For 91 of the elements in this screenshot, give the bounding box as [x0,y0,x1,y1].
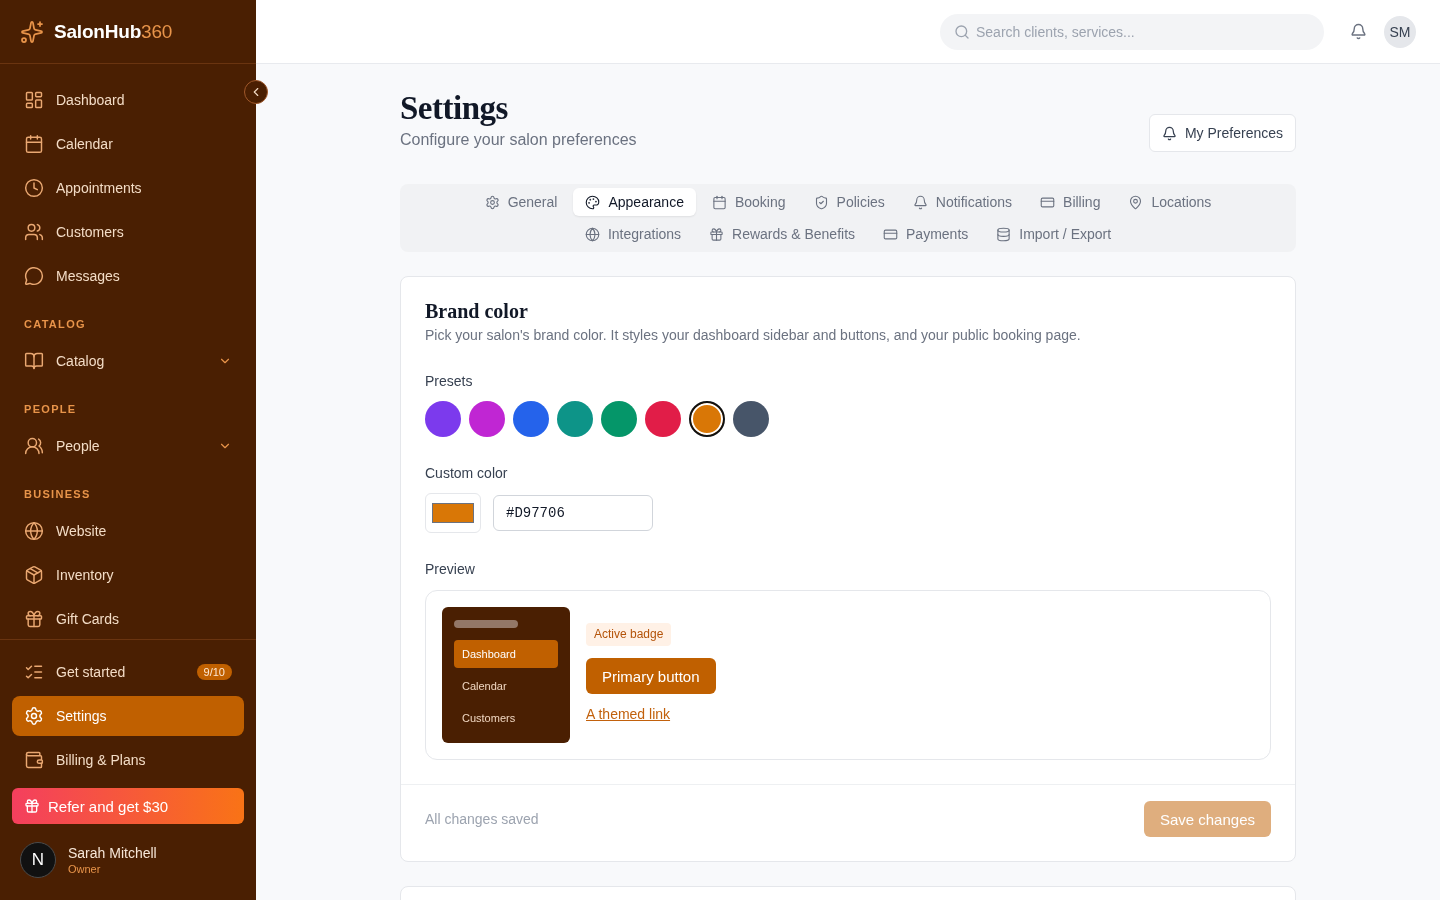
color-swatch-icon [432,503,474,523]
nav-item[interactable]: Catalog [12,341,244,381]
calendar-icon [24,134,44,154]
settings-tab[interactable]: Rewards & Benefits [697,220,868,248]
settings-tab[interactable]: Billing [1028,188,1113,216]
primary-button[interactable]: Primary button [586,658,716,694]
sparkle-icon [20,19,44,44]
chat-bubble-icon [24,266,44,286]
nav-item[interactable]: Settings [12,696,244,736]
color-swatch[interactable] [557,401,593,437]
nav-item[interactable]: People [12,426,244,466]
color-swatch[interactable] [469,401,505,437]
nav-item[interactable]: Appointments [12,168,244,208]
settings-tab[interactable]: Import / Export [984,220,1124,248]
palette-icon [585,194,601,210]
preview-menu-label: Calendar [461,679,508,694]
color-swatch[interactable] [645,401,681,437]
user-name: Sarah Mitchell [68,845,157,861]
settings-tab[interactable]: Booking [699,188,798,216]
nav-item[interactable]: Inventory [12,555,244,595]
clock-icon [24,178,44,198]
nav-item[interactable]: Messages [12,256,244,296]
gift-icon [24,609,44,629]
preview-menu-label: Customers [461,711,517,726]
bell-icon [1161,125,1177,141]
globe-icon [584,226,600,242]
settings-tab[interactable]: Locations [1116,188,1224,216]
card-description: Pick your salon's brand color. It styles your dashboard sidebar and buttons, and your public booking page. [425,326,1082,345]
themed-link[interactable]: A themed link [586,706,671,722]
settings-tab[interactable]: Payments [871,220,981,248]
collapse-sidebar-button[interactable] [244,80,268,104]
settings-tab[interactable]: Integrations [572,220,694,248]
hex-color-input[interactable]: #D97706 [493,495,653,531]
logo-placeholder-bar [454,620,518,628]
color-picker[interactable] [425,493,481,533]
search-icon [954,23,970,40]
people-icon [24,436,44,456]
color-swatch[interactable] [689,401,725,437]
field-label: Preview [425,560,476,579]
status-badge: Active badge [586,623,672,646]
book-icon [24,351,44,371]
section-heading: PEOPLE [24,402,78,417]
preview-menu-label: Dashboard [454,640,558,668]
settings-icon [24,706,44,726]
nav-item[interactable]: Website [12,511,244,551]
settings-tab[interactable]: Appearance [573,188,696,216]
dashboard-grid-icon [24,90,44,110]
settings-tab[interactable]: Notifications [900,188,1025,216]
map-pin-icon [1128,194,1144,210]
user-avatar[interactable]: N [20,842,56,878]
people-icon [24,222,44,242]
shield-icon [813,194,829,210]
color-swatch[interactable] [601,401,637,437]
bell-icon [912,194,928,210]
gift-icon [709,226,725,242]
nav-item[interactable]: Customers [12,212,244,252]
bell-icon [1349,23,1367,40]
save-status: All changes saved [425,811,539,827]
settings-icon [484,194,500,210]
preferences-button[interactable]: My Preferences [1148,114,1296,152]
nav-item[interactable]: Gift Cards [12,599,244,639]
page-subtitle: Configure your salon preferences [400,130,637,150]
field-label: Presets [425,372,474,391]
page-title: Settings [400,89,509,128]
globe-icon [24,521,44,541]
field-label: Custom color [425,464,509,483]
user-role: Owner [68,863,102,875]
settings-tab[interactable]: General [472,188,570,216]
search-field[interactable]: Search clients, services... [940,13,1324,50]
gift-icon [24,798,40,814]
nav-item[interactable]: Calendar [12,124,244,164]
wallet-icon [24,750,44,770]
section-heading: CATALOG [24,317,87,332]
color-swatch[interactable] [425,401,461,437]
checklist-icon [24,662,44,682]
calendar-icon [711,194,727,210]
database-icon [996,226,1012,242]
color-swatch[interactable] [513,401,549,437]
brand-name: SalonHub360 [54,20,173,43]
color-swatch[interactable] [733,401,769,437]
user-avatar[interactable]: SM [1384,15,1416,48]
progress-badge: 9/10 [196,664,232,680]
nav-item[interactable]: Billing & Plans [12,740,244,780]
card-icon [1040,194,1056,210]
card-icon [883,226,899,242]
nav-item[interactable]: Get started 9/10 [12,652,244,692]
box-icon [24,565,44,585]
section-heading: BUSINESS [24,487,92,502]
card-title: Brand color [425,299,529,323]
settings-tab[interactable]: Policies [801,188,897,216]
nav-item[interactable]: Dashboard [12,80,244,120]
